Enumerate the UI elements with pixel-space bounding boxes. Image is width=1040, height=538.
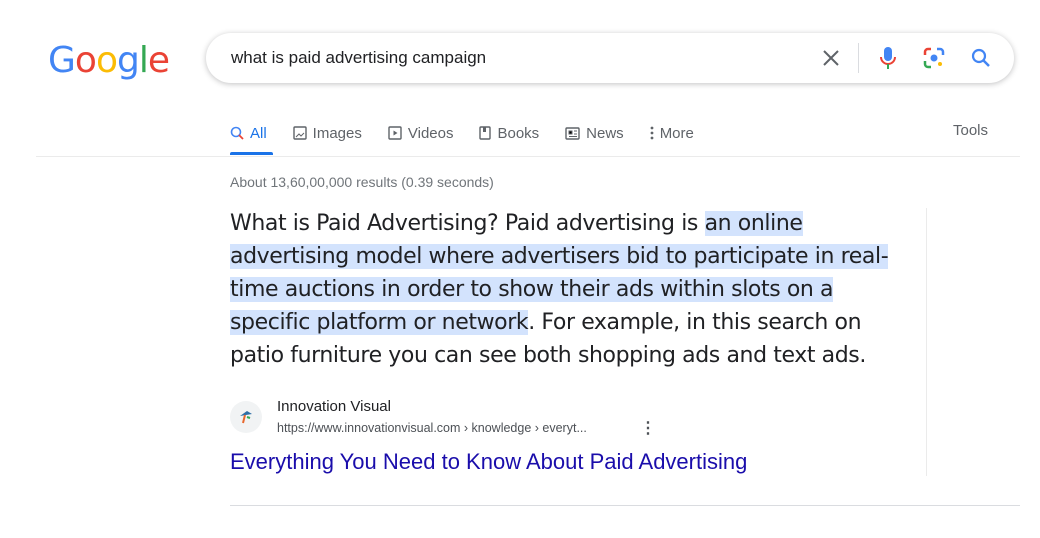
logo-letter: o [74,40,97,81]
highlighted-text: time auctions in order to show their ads… [230,277,834,302]
tab-videos[interactable]: Videos [388,122,454,144]
tab-books[interactable]: Books [479,122,539,144]
image-icon [292,126,307,140]
search-tabs: All Images Videos Books News More [230,122,720,144]
logo-letter: e [147,40,170,81]
play-icon [388,126,402,140]
site-name[interactable]: Innovation Visual [277,398,391,415]
tab-all[interactable]: All [230,122,267,144]
microphone-icon[interactable] [875,45,901,71]
search-box[interactable]: what is paid advertising campaign [206,33,1014,83]
search-input[interactable]: what is paid advertising campaign [231,48,486,68]
highlighted-text: an online [704,211,803,236]
clear-icon[interactable] [818,45,844,71]
divider [36,156,1020,157]
search-icon[interactable] [968,45,994,71]
tab-label: News [586,124,624,142]
tab-label: More [659,124,694,142]
tab-label: Images [312,124,362,142]
logo-letter: g [116,40,140,81]
tab-news[interactable]: News [565,122,624,144]
more-options-icon[interactable]: ⋮ [640,418,656,438]
logo-letter: G [48,40,76,81]
logo-letter: l [138,40,149,81]
tools-button[interactable]: Tools [953,122,988,139]
divider [926,208,927,476]
snippet-line: time auctions in order to show their ads… [230,273,888,306]
result-stats: About 13,60,00,000 results (0.39 seconds… [230,174,494,190]
tab-label: Videos [407,124,454,142]
highlighted-text: specific platform or network [230,310,529,335]
snippet-line: specific platform or network. For exampl… [230,306,888,339]
book-icon [479,126,492,140]
site-url[interactable]: https://www.innovationvisual.com › knowl… [277,421,587,435]
logo-letter: o [95,40,118,81]
snippet-text: . For example, in this search on [528,310,862,335]
snippet-text: What is Paid Advertising? Paid advertisi… [230,211,705,236]
search-icon [230,126,244,140]
featured-snippet: What is Paid Advertising? Paid advertisi… [230,207,889,372]
tab-images[interactable]: Images [292,122,362,144]
lens-icon[interactable] [921,45,947,71]
news-icon [565,126,580,140]
more-vert-icon [650,126,654,140]
highlighted-text: advertising model where advertisers bid … [230,244,889,269]
google-logo[interactable]: Google [48,40,170,81]
snippet-line: patio furniture you can see both shoppin… [230,339,888,372]
active-tab-indicator [230,152,273,155]
result-title-link[interactable]: Everything You Need to Know About Paid A… [230,449,747,475]
snippet-line: advertising model where advertisers bid … [230,240,889,273]
tab-more[interactable]: More [650,122,694,144]
snippet-text: patio furniture you can see both shoppin… [230,343,866,368]
tab-label: Books [497,124,540,142]
divider [230,505,1020,506]
snippet-line: What is Paid Advertising? Paid advertisi… [230,207,888,240]
site-favicon[interactable] [230,401,262,433]
tab-label: All [250,124,267,142]
divider [858,43,859,73]
